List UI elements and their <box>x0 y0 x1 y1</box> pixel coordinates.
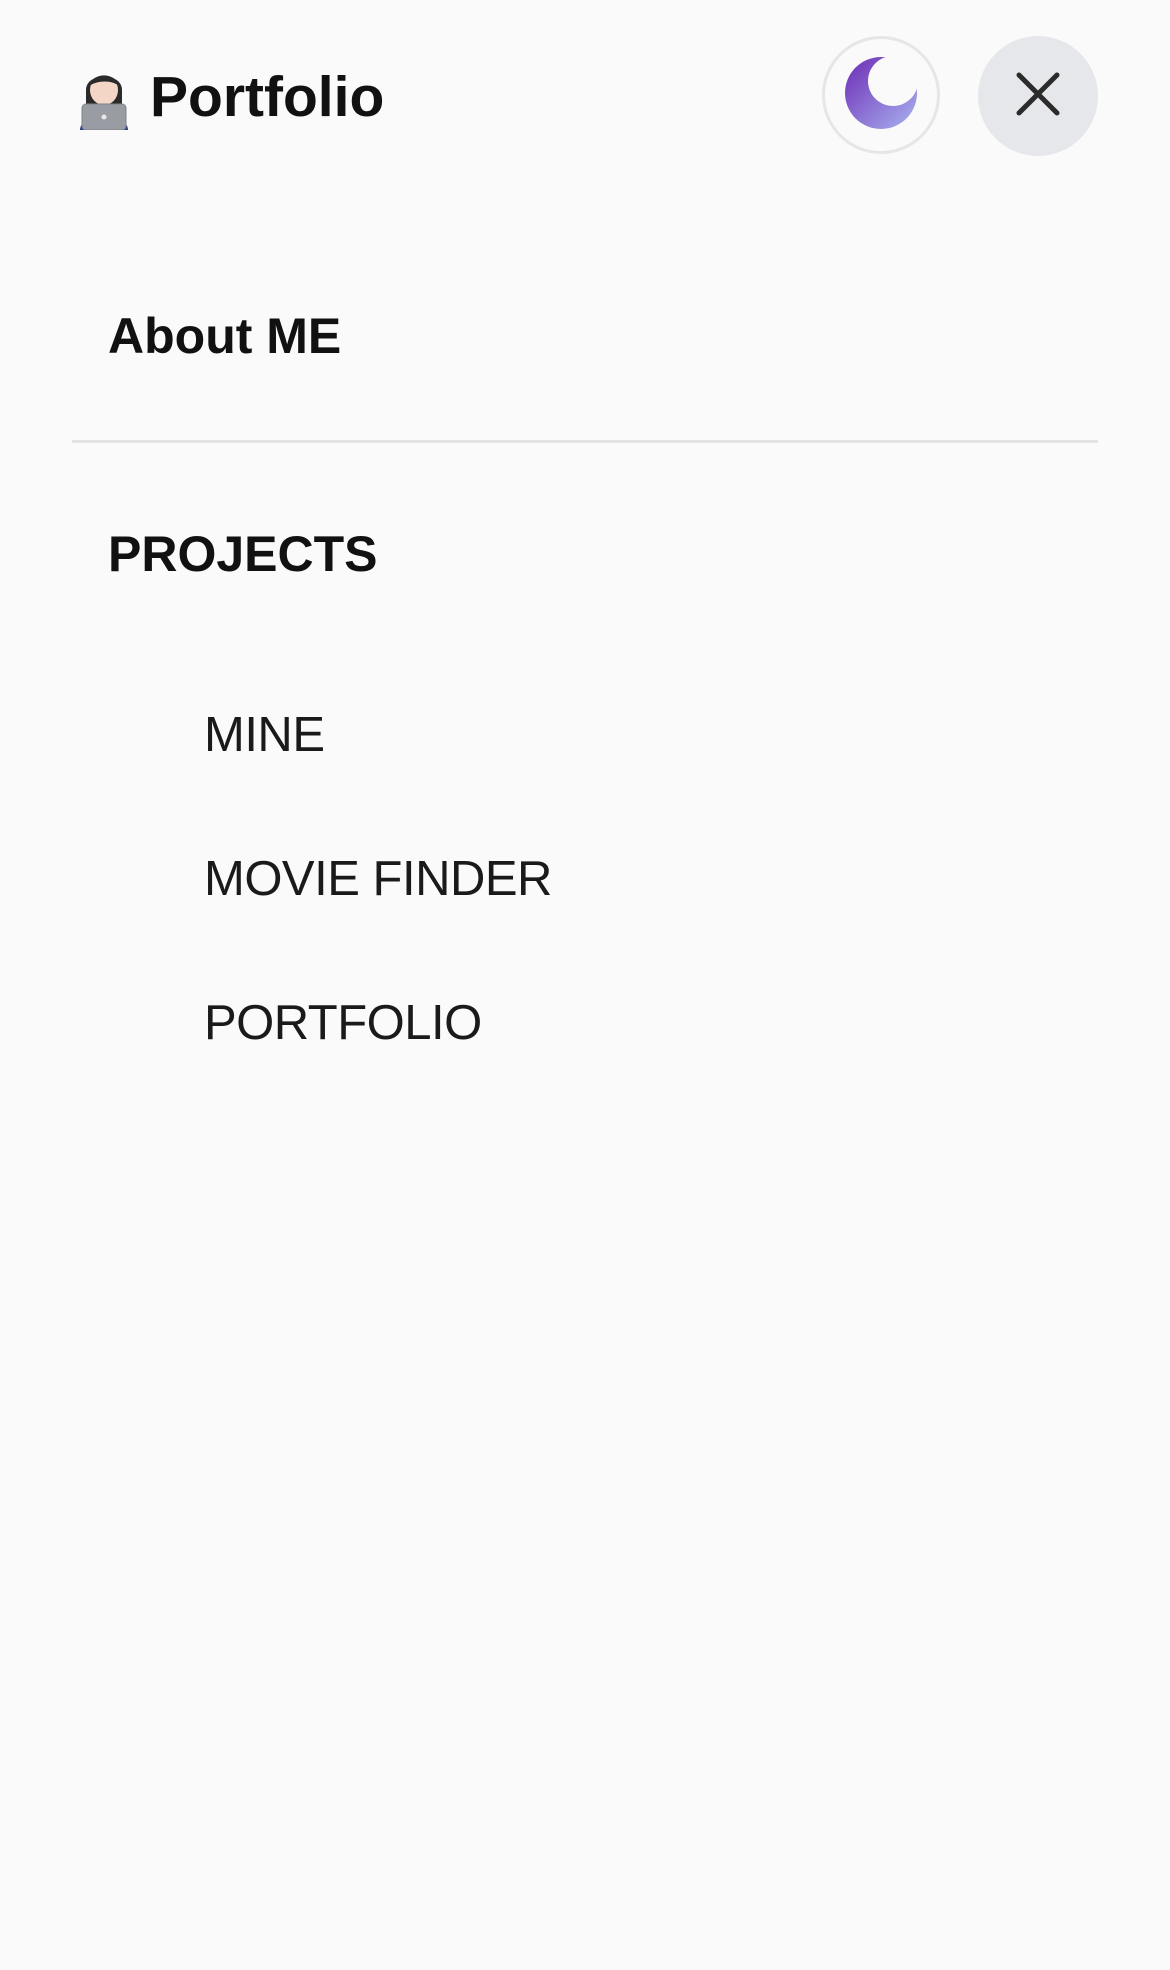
theme-toggle-button[interactable] <box>822 36 940 154</box>
moon-icon <box>843 55 919 136</box>
close-button[interactable] <box>978 36 1098 156</box>
person-with-laptop-icon <box>74 64 134 131</box>
project-link-mine[interactable]: MINE <box>204 705 325 765</box>
about-me-link[interactable]: About ME <box>108 306 341 366</box>
close-icon <box>1012 68 1064 125</box>
brand[interactable]: Portfolio <box>74 62 384 132</box>
menu-divider <box>72 440 1098 443</box>
project-link-portfolio[interactable]: PORTFOLIO <box>204 993 482 1053</box>
site-title: Portfolio <box>150 65 385 129</box>
project-link-movie-finder[interactable]: MOVIE FINDER <box>204 849 552 909</box>
projects-heading[interactable]: PROJECTS <box>108 524 378 584</box>
header: Portfolio <box>0 0 1170 190</box>
